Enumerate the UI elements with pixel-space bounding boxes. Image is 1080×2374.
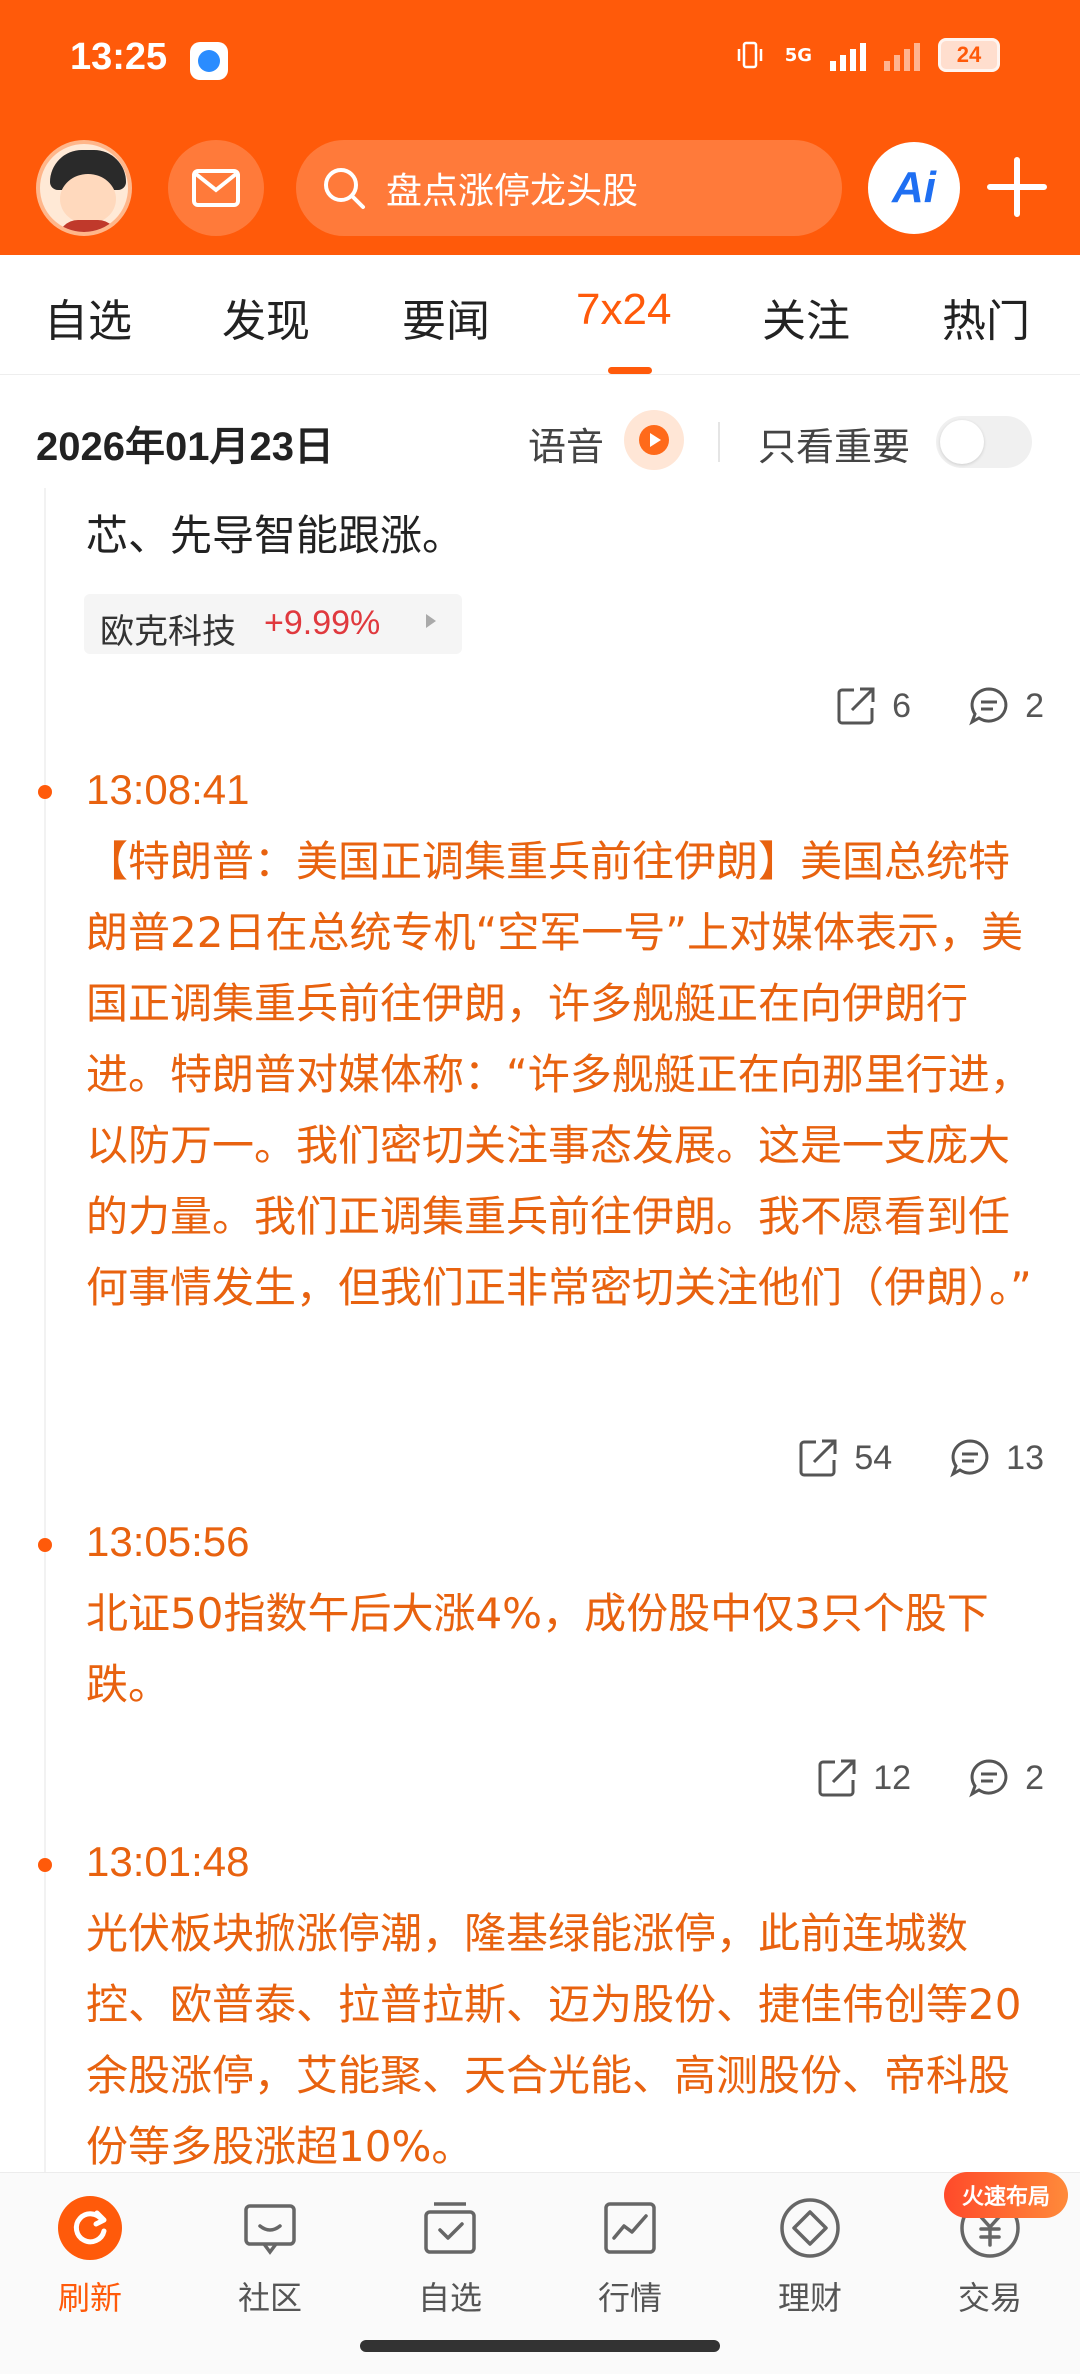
timeline-dot — [38, 785, 52, 799]
comment-button[interactable]: 13 — [948, 1436, 1044, 1480]
nav-community[interactable]: 社区 — [210, 2195, 330, 2319]
watchlist-icon — [424, 2202, 476, 2254]
home-indicator[interactable] — [360, 2340, 720, 2352]
status-bar: 13:25 5G 24 — [0, 0, 1080, 120]
nav-refresh[interactable]: 刷新 — [30, 2195, 150, 2319]
important-only-toggle[interactable] — [936, 416, 1032, 468]
mail-icon — [192, 169, 240, 207]
mail-button[interactable] — [168, 140, 264, 236]
news-time: 13:01:48 — [86, 1838, 250, 1885]
nav-label: 理财 — [777, 2279, 842, 2317]
share-count: 12 — [873, 1758, 912, 1797]
add-button[interactable] — [982, 152, 1052, 222]
news-time: 13:05:56 — [86, 1518, 250, 1565]
share-button[interactable]: 54 — [796, 1436, 892, 1480]
ai-assistant-button[interactable]: Ai — [868, 142, 960, 234]
comment-count: 2 — [1025, 1758, 1044, 1797]
news-text[interactable]: 北证50指数午后大涨4%，成份股中仅3只个股下跌。 — [86, 1578, 1046, 1720]
comment-count: 2 — [1025, 686, 1044, 725]
app-notification-icon — [190, 42, 228, 80]
feed-date: 2026年01月23日 — [36, 425, 334, 469]
timeline-line — [44, 488, 46, 2172]
tab-hot[interactable]: 热门 — [942, 285, 1030, 349]
comment-button[interactable]: 2 — [967, 1756, 1044, 1800]
category-tabs: 自选 发现 要闻 7x24 关注 热门 — [0, 255, 1080, 375]
nav-watchlist[interactable]: 自选 — [390, 2195, 510, 2319]
share-button[interactable]: 6 — [834, 684, 911, 728]
promo-badge[interactable]: 火速布局 — [944, 2172, 1068, 2218]
nav-label: 刷新 — [57, 2279, 122, 2317]
market-icon — [604, 2202, 656, 2254]
app-header: 13:25 5G 24 盘点涨停龙头股 Ai — [0, 0, 1080, 255]
status-time: 13:25 — [70, 36, 168, 78]
refresh-icon — [58, 2196, 122, 2260]
tab-7x24[interactable]: 7x24 — [576, 285, 671, 335]
share-button[interactable]: 12 — [815, 1756, 911, 1800]
news-feed: 芯、先导智能跟涨。 欧克科技 +9.99% 6 2 13:08:41 【特朗普：… — [0, 488, 1080, 2172]
network-type: 5G — [784, 44, 812, 66]
play-voice-button[interactable] — [624, 410, 684, 470]
news-actions: 6 2 — [834, 684, 1044, 728]
active-tab-indicator — [608, 367, 652, 374]
date-bar: 2026年01月23日 语音 只看重要 — [0, 376, 1080, 488]
share-icon — [837, 687, 875, 725]
plus-icon — [987, 157, 1047, 217]
community-icon — [244, 2204, 296, 2255]
search-placeholder: 盘点涨停龙头股 — [386, 171, 639, 212]
avatar[interactable] — [36, 140, 132, 236]
news-actions: 54 13 — [796, 1436, 1044, 1480]
chevron-right-icon — [426, 614, 436, 628]
news-time: 13:08:41 — [86, 766, 250, 813]
nav-label: 交易 — [957, 2279, 1022, 2317]
nav-label: 行情 — [597, 2279, 662, 2317]
comment-icon — [969, 1759, 1008, 1798]
news-text[interactable]: 【特朗普：美国正调集重兵前往伊朗】美国总统特朗普22日在总统专机“空军一号”上对… — [86, 826, 1046, 1323]
signal-icon — [830, 39, 866, 71]
news-actions: 12 2 — [815, 1756, 1044, 1800]
share-count: 6 — [892, 686, 912, 725]
tab-headlines[interactable]: 要闻 — [402, 285, 490, 349]
share-count: 54 — [854, 1438, 893, 1477]
comment-icon — [950, 1439, 989, 1478]
signal-icon-2 — [884, 39, 920, 71]
nav-label: 自选 — [417, 2279, 482, 2317]
vibrate-icon — [737, 41, 762, 69]
toggle-knob — [940, 420, 984, 464]
search-bar[interactable]: 盘点涨停龙头股 — [296, 140, 842, 236]
nav-wealth[interactable]: 理财 — [750, 2195, 870, 2319]
comment-button[interactable]: 2 — [967, 684, 1044, 728]
tab-discover[interactable]: 发现 — [222, 285, 310, 349]
search-icon — [324, 168, 365, 209]
comment-icon — [969, 687, 1008, 726]
battery-icon: 24 — [938, 38, 1000, 72]
important-only-label: 只看重要 — [758, 425, 911, 469]
nav-label: 社区 — [237, 2279, 302, 2317]
nav-market[interactable]: 行情 — [570, 2195, 690, 2319]
stock-name: 欧克科技 — [100, 612, 236, 652]
tab-following[interactable]: 关注 — [762, 285, 850, 349]
share-icon — [799, 1439, 837, 1477]
share-icon — [818, 1759, 856, 1797]
play-icon — [639, 425, 669, 455]
status-icons: 5G 24 — [733, 38, 1000, 72]
divider — [718, 422, 720, 462]
timeline-dot — [38, 1858, 52, 1872]
comment-count: 13 — [1006, 1438, 1044, 1477]
news-text[interactable]: 光伏板块掀涨停潮，隆基绿能涨停，此前连城数控、欧普泰、拉普拉斯、迈为股份、捷佳伟… — [86, 1898, 1046, 2172]
stock-change: +9.99% — [264, 604, 381, 642]
stock-chip[interactable]: 欧克科技 +9.99% — [84, 594, 462, 654]
voice-label[interactable]: 语音 — [528, 416, 604, 471]
partial-news-text[interactable]: 芯、先导智能跟涨。 — [86, 502, 464, 563]
wealth-icon — [780, 2198, 840, 2258]
tab-watchlist[interactable]: 自选 — [44, 285, 132, 349]
timeline-dot — [38, 1538, 52, 1552]
